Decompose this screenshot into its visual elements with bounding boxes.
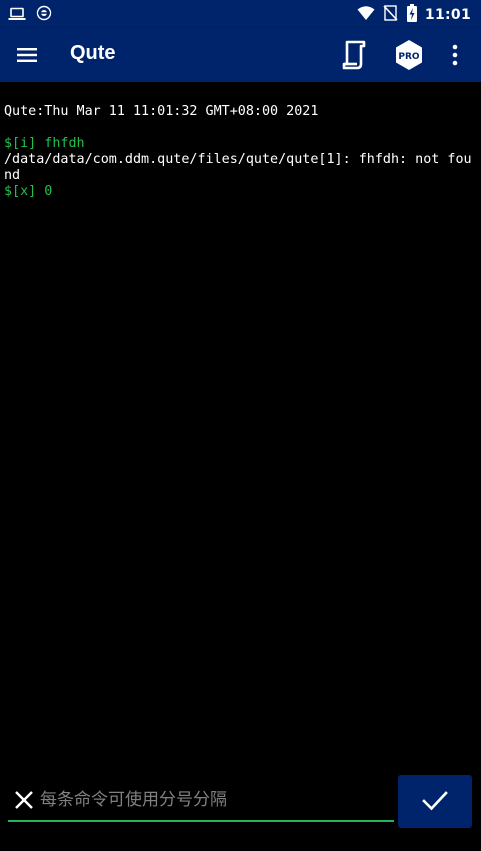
wifi-icon (357, 5, 375, 25)
screen: 11:01 Qute PRO Qute:Thu Mar 11 11:01:32 … (0, 0, 481, 851)
terminal-line: /data/data/com.ddm.qute/files/qute/qute[… (4, 152, 472, 183)
terminal-line: $[i] fhfdh (4, 136, 85, 151)
terminal-output: Qute:Thu Mar 11 11:01:32 GMT+08:00 2021 $… (4, 104, 476, 200)
check-icon (422, 791, 448, 811)
status-bar-right: 11:01 (357, 4, 471, 26)
close-icon (15, 791, 33, 809)
signal-off-icon (383, 4, 399, 26)
status-time: 11:01 (424, 7, 471, 23)
status-bar: 11:01 (0, 0, 481, 28)
run-command-button[interactable] (398, 775, 472, 828)
terminal-button[interactable] (338, 39, 370, 71)
more-options-button[interactable] (446, 41, 464, 69)
pro-badge-label: PRO (398, 52, 420, 62)
menu-button[interactable] (14, 42, 40, 68)
pro-icon: PRO (396, 40, 422, 70)
app-title: Qute (70, 42, 116, 64)
more-vert-icon (452, 44, 458, 66)
app-bar: Qute PRO (0, 28, 481, 82)
battery-charging-icon (406, 4, 417, 26)
command-input[interactable] (40, 786, 390, 814)
terminal-line: Qute:Thu Mar 11 11:01:32 GMT+08:00 2021 (4, 104, 319, 119)
pro-button[interactable]: PRO (394, 39, 424, 71)
laptop-icon (8, 6, 26, 25)
terminal-line: $[x] 0 (4, 184, 53, 199)
vpn-icon (36, 5, 52, 25)
status-bar-left (8, 5, 52, 25)
menu-icon (17, 48, 37, 62)
clear-input-button[interactable] (14, 790, 34, 810)
terminal-icon (342, 40, 366, 70)
command-input-row (8, 780, 394, 822)
